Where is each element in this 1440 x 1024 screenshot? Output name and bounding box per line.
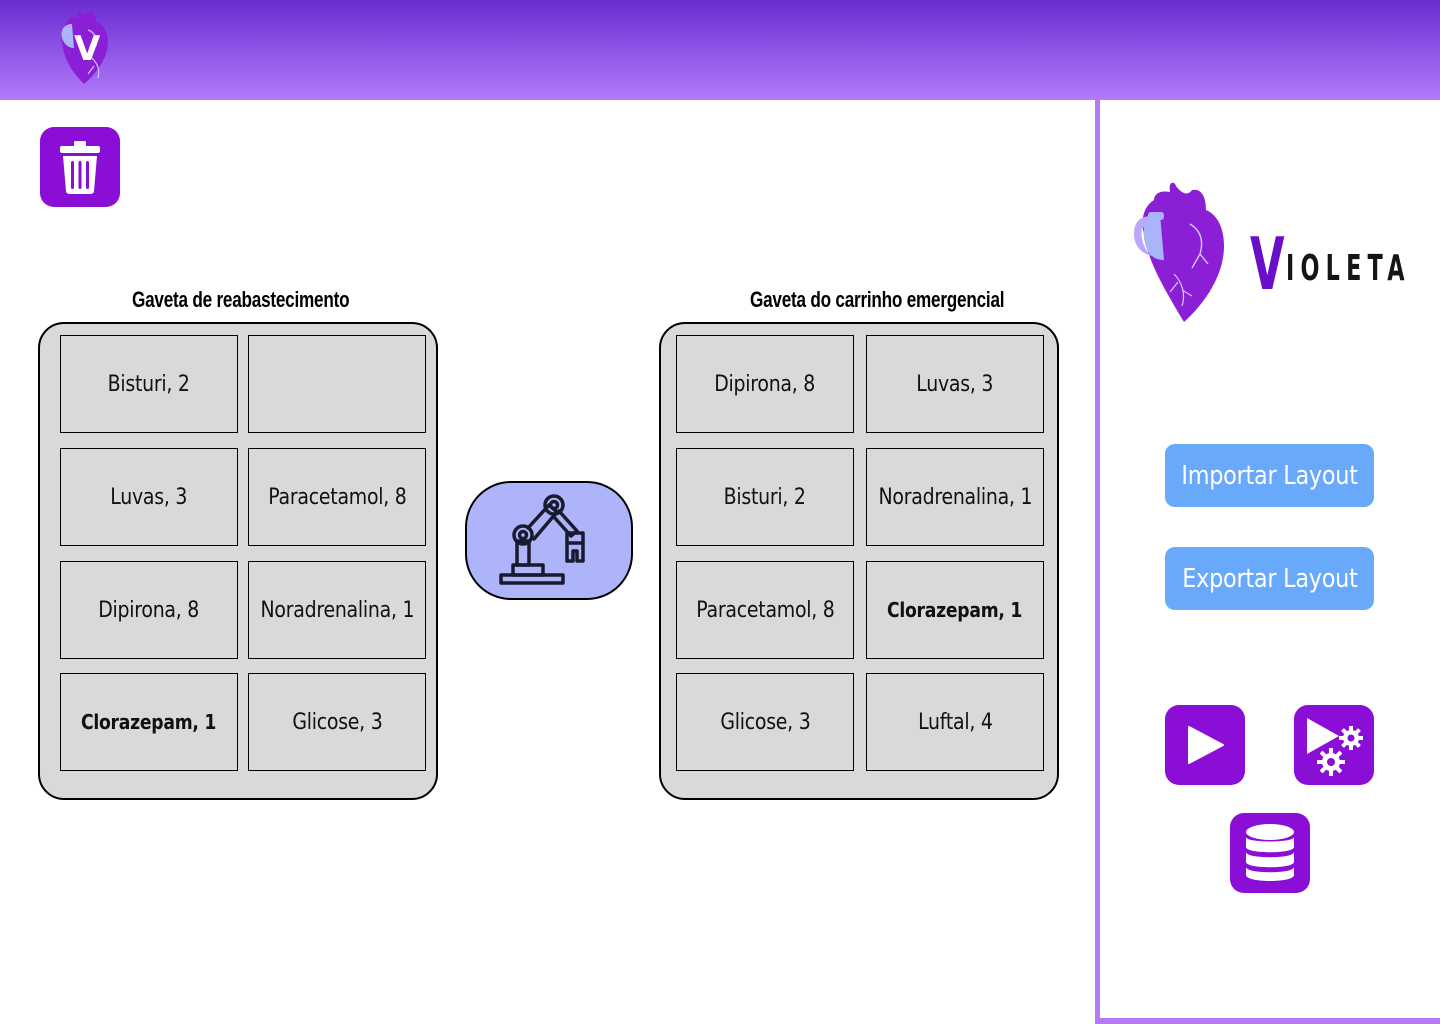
import-layout-button[interactable]: Importar Layout [1165, 444, 1374, 507]
play-button[interactable] [1165, 705, 1245, 785]
slot-label: Paracetamol, 8 [695, 597, 835, 623]
slot-label: Clorazepam, 1 [81, 710, 217, 734]
slot-label: Paracetamol, 8 [267, 484, 407, 510]
database-button[interactable] [1230, 813, 1310, 893]
slot-label: Dipirona, 8 [714, 371, 816, 397]
refill-drawer-slot[interactable]: Glicose, 3 [248, 673, 426, 771]
export-layout-button[interactable]: Exportar Layout [1165, 547, 1374, 610]
emergency-drawer: Dipirona, 8 Luvas, 3 Bisturi, 2 Noradren… [659, 322, 1059, 800]
slot-label: Clorazepam, 1 [887, 598, 1023, 622]
emergency-drawer-slot[interactable]: Luvas, 3 [866, 335, 1044, 433]
emergency-drawer-slot[interactable]: Luftal, 4 [866, 673, 1044, 771]
emergency-drawer-slot[interactable]: Bisturi, 2 [676, 448, 854, 546]
brand-wordmark: V IOLETA [1250, 222, 1405, 306]
sidebar-divider [1095, 100, 1100, 1024]
refill-drawer: Bisturi, 2 Luvas, 3 Paracetamol, 8 Dipir… [38, 322, 438, 800]
refill-drawer-slot[interactable]: Bisturi, 2 [60, 335, 238, 433]
slot-label: Glicose, 3 [291, 709, 383, 735]
slot-label: Dipirona, 8 [98, 597, 200, 623]
slot-label: Luvas, 3 [916, 371, 994, 397]
slot-label: Bisturi, 2 [107, 371, 191, 397]
sidebar-bottom-border [1095, 1018, 1440, 1024]
heart-logo-icon [1134, 182, 1224, 322]
slot-label: Luvas, 3 [110, 484, 188, 510]
refill-drawer-slot[interactable]: Luvas, 3 [60, 448, 238, 546]
slot-label: Bisturi, 2 [723, 484, 807, 510]
emergency-drawer-slot[interactable]: Clorazepam, 1 [866, 561, 1044, 659]
brand-first-letter: V [1250, 222, 1285, 306]
play-settings-button[interactable] [1294, 705, 1374, 785]
robot-arm-icon [499, 493, 585, 585]
emergency-drawer-slot[interactable]: Dipirona, 8 [676, 335, 854, 433]
database-icon [1246, 824, 1294, 881]
import-layout-label: Importar Layout [1181, 460, 1358, 491]
robot-arm-button[interactable] [465, 481, 633, 600]
play-icon [1188, 726, 1224, 764]
emergency-drawer-slot[interactable]: Paracetamol, 8 [676, 561, 854, 659]
emergency-drawer-slot[interactable]: Noradrenalina, 1 [866, 448, 1044, 546]
refill-drawer-slot[interactable]: Clorazepam, 1 [60, 673, 238, 771]
export-layout-label: Exportar Layout [1181, 563, 1358, 594]
trash-button[interactable] [40, 127, 120, 207]
refill-drawer-slot[interactable]: Dipirona, 8 [60, 561, 238, 659]
slot-label: Glicose, 3 [719, 709, 811, 735]
refill-drawer-slot[interactable]: Paracetamol, 8 [248, 448, 426, 546]
refill-drawer-slot[interactable] [248, 335, 426, 433]
brand-rest: IOLETA [1286, 248, 1411, 289]
logo-letter: V [74, 29, 101, 69]
play-settings-icon [1307, 718, 1363, 776]
emergency-drawer-slot[interactable]: Glicose, 3 [676, 673, 854, 771]
slot-label: Noradrenalina, 1 [878, 484, 1032, 510]
emergency-drawer-title: Gaveta do carrinho emergencial [750, 287, 1005, 312]
refill-drawer-slot[interactable]: Noradrenalina, 1 [248, 561, 426, 659]
refill-drawer-title: Gaveta de reabastecimento [132, 287, 350, 312]
trash-icon [60, 141, 100, 194]
slot-label: Luftal, 4 [917, 709, 993, 735]
slot-label: Noradrenalina, 1 [260, 597, 414, 623]
heart-logo-icon[interactable]: V [52, 8, 116, 92]
top-header-bar: V [0, 0, 1440, 100]
